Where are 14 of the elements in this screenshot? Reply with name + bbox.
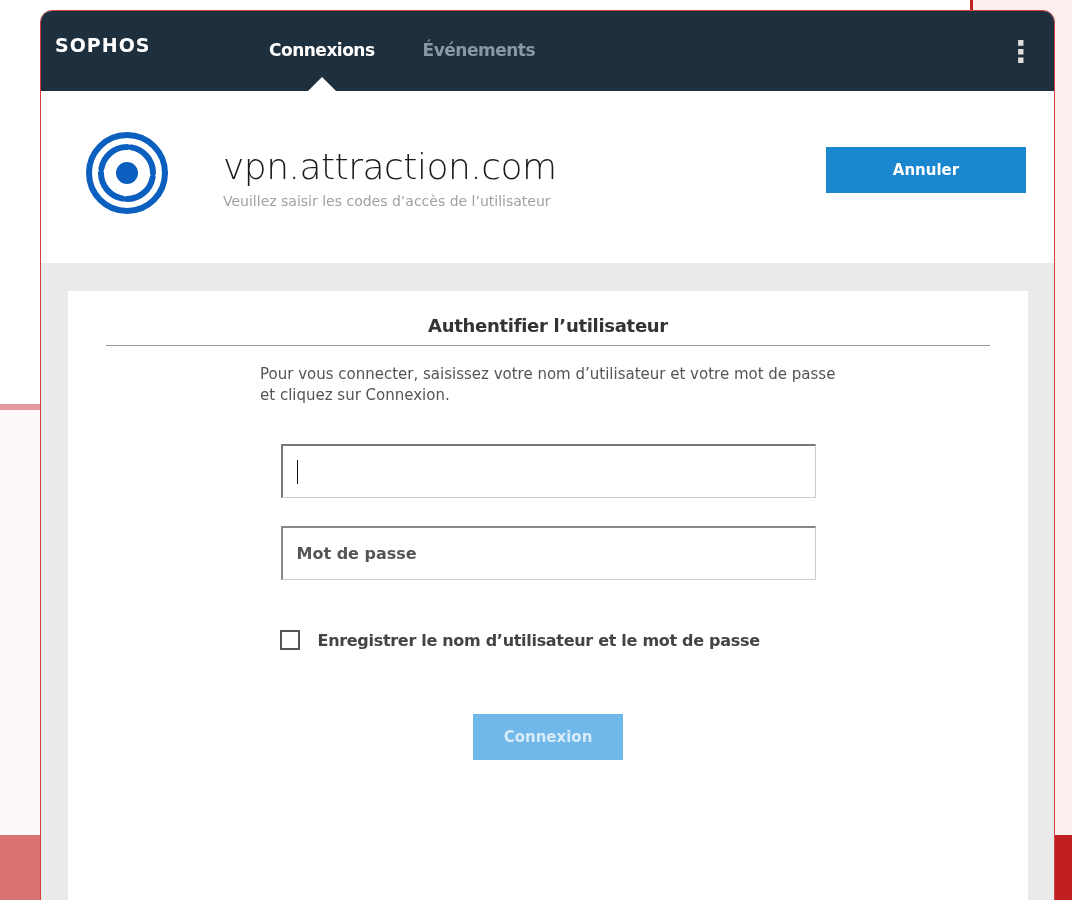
password-field[interactable]: Mot de passe (280, 526, 816, 580)
instructions-text: Pour vous connecter, saisissez votre nom d’utilisateur et votre mot de passe et cliquez sur Connexion. (260, 364, 837, 406)
nav-tab[interactable]: Événements (422, 11, 536, 91)
username-field[interactable] (280, 444, 816, 498)
cancel-button[interactable]: Annuler (826, 147, 1026, 193)
remember-label[interactable]: Enregistrer le nom d’utilisateur et le mot de passe (317, 630, 760, 650)
text-cursor (296, 459, 298, 484)
server-subtitle: Veuillez saisir les codes d’accès de l’utilisateur (223, 192, 552, 209)
target-icon (85, 131, 169, 215)
more-menu-button[interactable]: ⋮ (1002, 33, 1040, 69)
app-logo: SOPHOS (55, 34, 152, 56)
server-name: vpn.attraction.com (223, 145, 558, 187)
section-title: Authentifier l’utilisateur (428, 315, 668, 336)
remember-checkbox[interactable] (279, 630, 300, 650)
